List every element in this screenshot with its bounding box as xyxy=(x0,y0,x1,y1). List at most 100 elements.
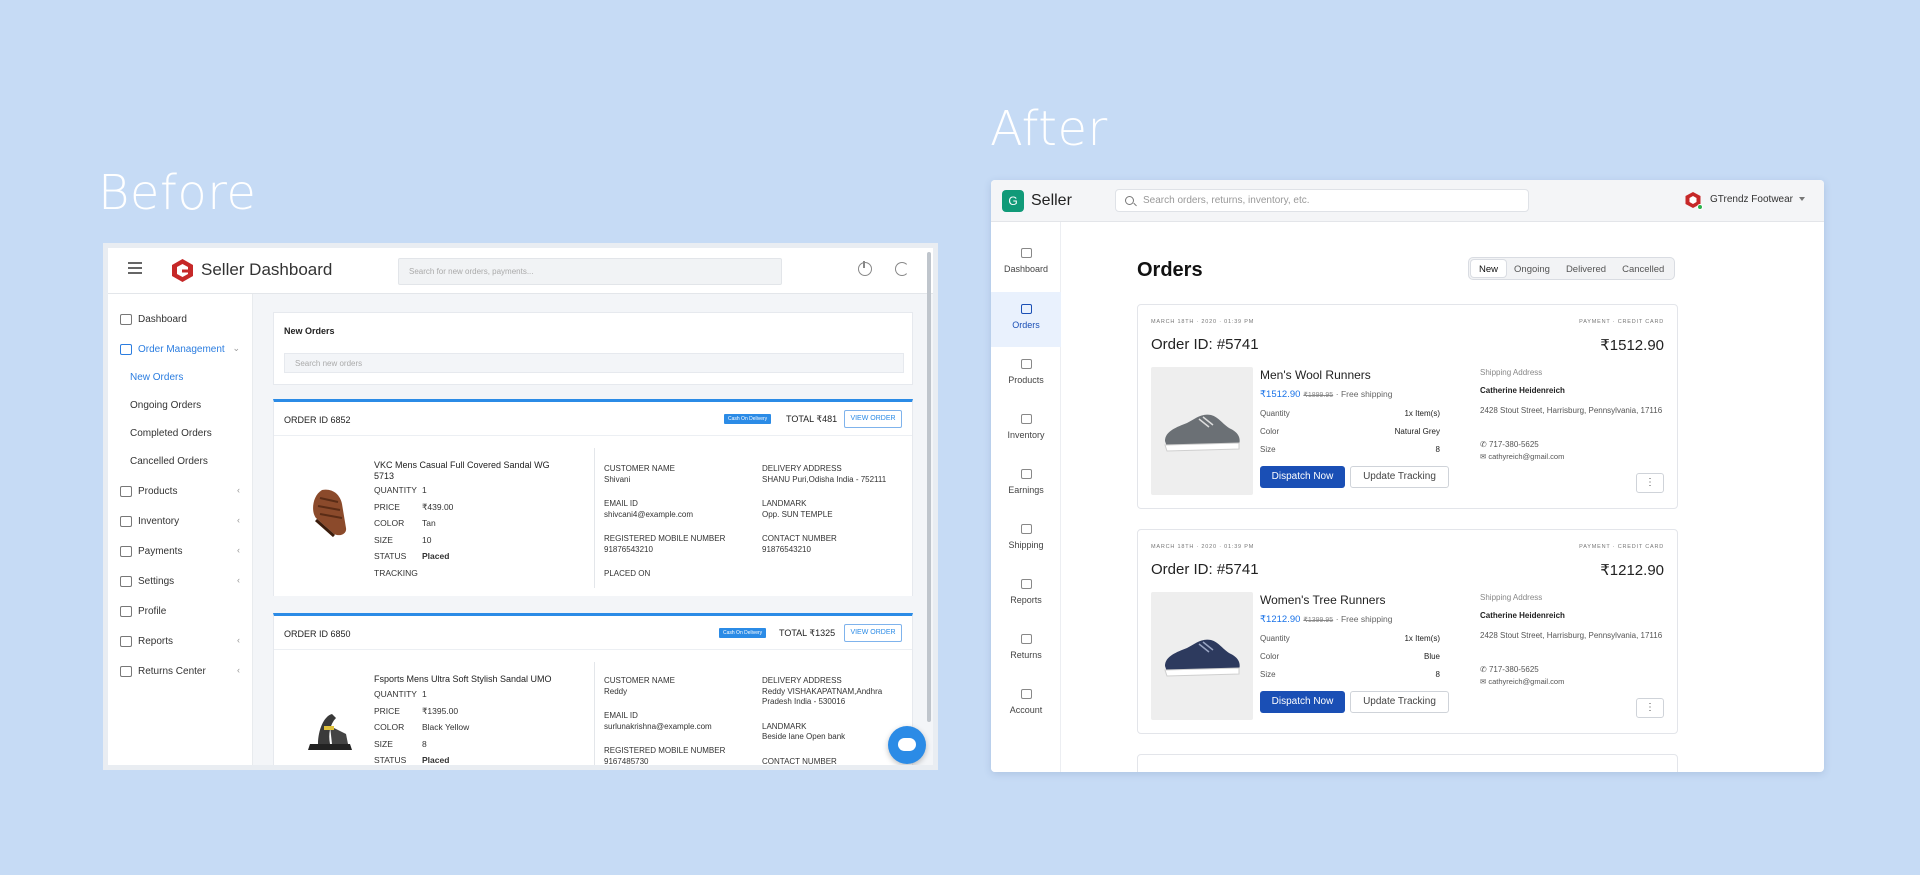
report-icon xyxy=(1020,579,1032,589)
refresh-icon[interactable] xyxy=(895,262,909,276)
sidebar-item-order-management[interactable]: Order Management ⌄ xyxy=(108,334,252,364)
status-tabs: New Ongoing Delivered Cancelled xyxy=(1468,257,1676,280)
sidebar-item-payments[interactable]: Payments ‹ xyxy=(108,536,252,566)
truck-icon xyxy=(1020,524,1032,534)
power-icon[interactable] xyxy=(858,261,872,276)
customer-email: shivcani4@example.com xyxy=(604,509,694,519)
order-card: MARCH 18TH · 2020 · 01:39 PM PAYMENT · C… xyxy=(1137,529,1678,734)
customer-mobile: 91876543210 xyxy=(604,544,653,554)
address-line: 2428 Stout Street, Harrisburg, Pennsylva… xyxy=(1480,406,1663,415)
rail-item-earnings[interactable]: Earnings xyxy=(991,457,1061,512)
rail-item-dashboard[interactable]: Dashboard xyxy=(991,236,1061,291)
order-amount: ₹1212.90 xyxy=(1600,562,1664,579)
store-name[interactable]: GTrendz Footwear xyxy=(1710,194,1793,205)
view-order-button[interactable]: VIEW ORDER xyxy=(844,624,902,642)
email: ✉ cathyreich@gmail.com xyxy=(1480,677,1565,686)
home-icon xyxy=(120,313,132,325)
chevron-down-icon[interactable] xyxy=(1799,197,1805,201)
shipping-address-label: Shipping Address xyxy=(1480,368,1543,377)
customer-info: CUSTOMER NAME Shivani EMAIL ID shivcani4@e… xyxy=(604,464,754,594)
after-screenshot: G Seller Search orders, returns, invento… xyxy=(991,180,1824,772)
sidebar-item-returns-center[interactable]: Returns Center ‹ xyxy=(108,656,252,686)
search-placeholder: Search orders, returns, inventory, etc. xyxy=(1143,195,1310,206)
rail-item-returns[interactable]: Returns xyxy=(991,622,1061,677)
return-icon xyxy=(1020,634,1032,644)
chevron-left-icon: ‹ xyxy=(237,665,240,675)
sidebar-item-dashboard[interactable]: Dashboard xyxy=(108,304,252,334)
product-name: Fsports Mens Ultra Soft Stylish Sandal U… xyxy=(374,674,552,684)
order-card xyxy=(1137,754,1678,772)
color-value: Tan xyxy=(422,518,436,528)
customer-name: Shivani xyxy=(604,474,631,484)
delivery-address: Reddy VISHAKAPATNAM,Andhra Pradesh India… xyxy=(762,686,883,707)
payment-badge: Cash On Delivery xyxy=(724,414,772,424)
chevron-left-icon: ‹ xyxy=(237,635,240,645)
order-header: ORDER ID 6852 Cash On Delivery TOTAL ₹48… xyxy=(274,402,912,436)
dispatch-now-button[interactable]: Dispatch Now xyxy=(1260,691,1345,713)
grid-icon xyxy=(1020,359,1032,369)
customer-mobile: 9167485730 xyxy=(604,756,649,766)
more-options-icon[interactable]: ⋮ xyxy=(1636,698,1664,718)
sandal-image xyxy=(308,714,352,750)
subnav-new-orders[interactable]: New Orders xyxy=(108,364,252,392)
address-line: 2428 Stout Street, Harrisburg, Pennsylva… xyxy=(1480,631,1663,640)
rail-item-inventory[interactable]: Inventory xyxy=(991,402,1061,457)
order-date: MARCH 18TH · 2020 · 01:39 PM xyxy=(1151,544,1255,550)
subnav-ongoing-orders[interactable]: Ongoing Orders xyxy=(108,392,252,420)
subnav-completed-orders[interactable]: Completed Orders xyxy=(108,420,252,448)
search-input[interactable]: Search orders, returns, inventory, etc. xyxy=(1115,189,1529,212)
update-tracking-button[interactable]: Update Tracking xyxy=(1350,466,1449,488)
brand-name: Seller xyxy=(1031,192,1072,209)
sidebar-item-profile[interactable]: Profile xyxy=(108,596,252,626)
tab-delivered[interactable]: Delivered xyxy=(1558,260,1614,277)
scrollbar[interactable] xyxy=(927,252,931,722)
subnav-cancelled-orders[interactable]: Cancelled Orders xyxy=(108,448,252,476)
dispatch-now-button[interactable]: Dispatch Now xyxy=(1260,466,1345,488)
size-value: 10 xyxy=(422,534,432,545)
divider xyxy=(594,448,595,588)
chevron-down-icon: ⌄ xyxy=(232,343,240,353)
order-id: Order ID: #5741 xyxy=(1151,561,1259,578)
order-card: MARCH 18TH · 2020 · 01:39 PM PAYMENT · C… xyxy=(1137,304,1678,509)
product-price: ₹1512.90 ₹1899.95 · Free shipping xyxy=(1260,389,1393,400)
update-tracking-button[interactable]: Update Tracking xyxy=(1350,691,1449,713)
customer-info: CUSTOMER NAME Reddy EMAIL ID surlunakrishn… xyxy=(604,676,754,766)
contact-number: 91876543210 xyxy=(762,544,811,554)
original-price: ₹1899.95 xyxy=(1303,392,1334,399)
sidebar-item-inventory[interactable]: Inventory ‹ xyxy=(108,506,252,536)
sidebar-item-products[interactable]: Products ‹ xyxy=(108,476,252,506)
product-attributes: QUANTITY 1 PRICE ₹1395.00 COLOR Black Yello… xyxy=(374,689,470,765)
rail-item-account[interactable]: Account xyxy=(991,677,1061,732)
more-options-icon[interactable]: ⋮ xyxy=(1636,473,1664,493)
search-input[interactable]: Search for new orders, payments... xyxy=(398,258,782,285)
delivery-info: DELIVERY ADDRESS SHANU Puri,Odisha India … xyxy=(762,464,907,569)
product-image xyxy=(1151,592,1253,720)
payment-badge: Cash On Delivery xyxy=(719,628,767,638)
return-icon xyxy=(120,665,132,677)
chat-icon[interactable] xyxy=(888,726,926,764)
tab-new[interactable]: New xyxy=(1471,260,1507,277)
color-value: Black Yellow xyxy=(422,722,470,732)
rail-item-reports[interactable]: Reports xyxy=(991,567,1061,622)
rail-item-shipping[interactable]: Shipping xyxy=(991,512,1061,567)
menu-icon[interactable] xyxy=(128,262,142,274)
chevron-left-icon: ‹ xyxy=(237,545,240,555)
view-order-button[interactable]: VIEW ORDER xyxy=(844,410,902,428)
color-row: Color Natural Grey xyxy=(1260,427,1440,436)
rail-item-products[interactable]: Products xyxy=(991,347,1061,402)
sandal-image xyxy=(313,489,347,538)
sidebar-item-reports[interactable]: Reports ‹ xyxy=(108,626,252,656)
tab-ongoing[interactable]: Ongoing xyxy=(1506,260,1558,277)
order-amount: ₹1512.90 xyxy=(1600,337,1664,354)
sidebar-item-settings[interactable]: Settings ‹ xyxy=(108,566,252,596)
chevron-left-icon: ‹ xyxy=(237,485,240,495)
phone: ✆ 717-380-5625 xyxy=(1480,440,1539,449)
tab-cancelled[interactable]: Cancelled xyxy=(1614,260,1672,277)
brand-logo xyxy=(172,259,193,282)
product-name: VKC Mens Casual Full Covered Sandal WG 5… xyxy=(374,460,550,481)
product-image xyxy=(1151,367,1253,495)
new-orders-search-input[interactable]: Search new orders xyxy=(284,353,904,373)
inventory-icon xyxy=(1020,414,1032,424)
rail-item-orders[interactable]: Orders xyxy=(991,292,1061,347)
product-name: Women's Tree Runners xyxy=(1260,593,1386,607)
